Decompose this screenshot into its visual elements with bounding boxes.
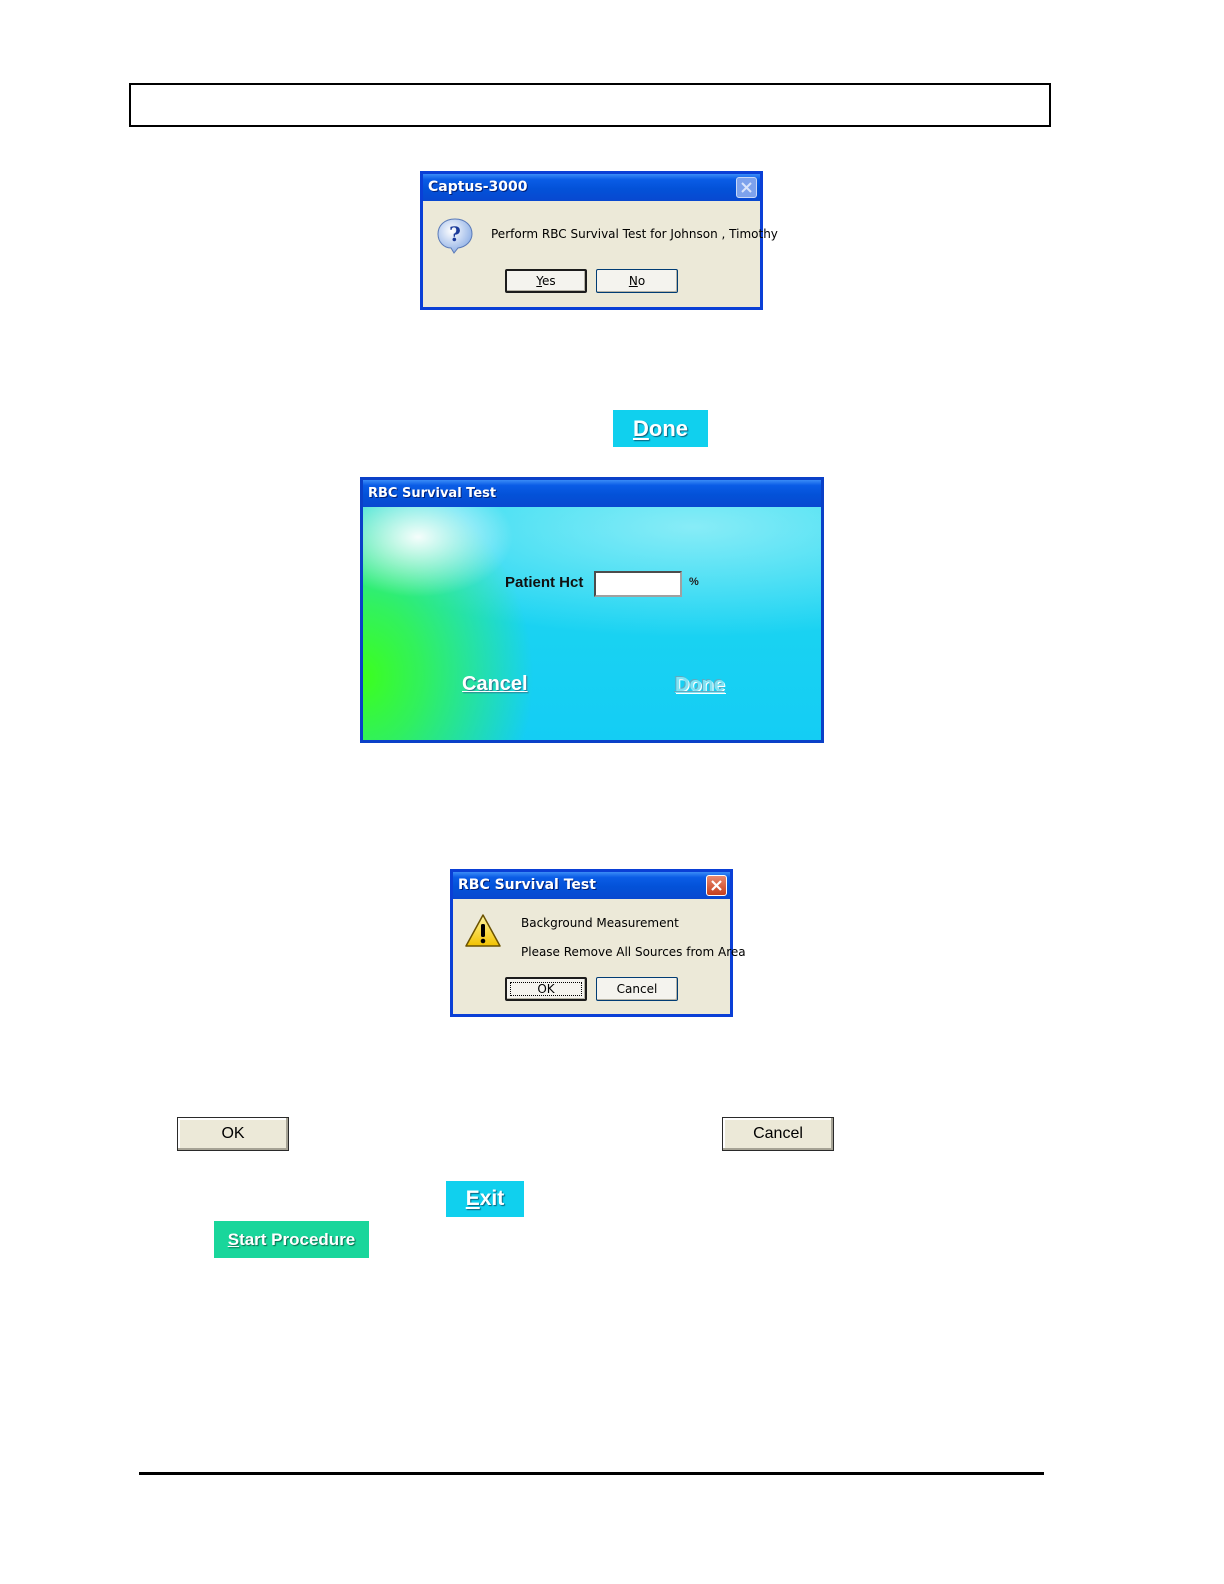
exit-label: xit xyxy=(479,1187,505,1210)
dialog-title: RBC Survival Test xyxy=(368,486,497,501)
header-box xyxy=(129,83,1051,127)
hct-label: Patient Hct xyxy=(505,574,584,591)
warning-icon xyxy=(464,913,502,954)
confirm-message: Perform RBC Survival Test for Johnson , … xyxy=(491,227,778,241)
question-icon: ? xyxy=(436,217,474,260)
start-procedure-button[interactable]: Start Procedure xyxy=(214,1221,369,1258)
background-measurement-dialog: RBC Survival Test Background Measurement… xyxy=(450,869,746,1017)
ok-button-standalone[interactable]: OK xyxy=(177,1117,289,1151)
dialog-body xyxy=(363,507,821,740)
cancel-link[interactable]: Cancel xyxy=(462,673,528,696)
done-hotkey: D xyxy=(632,416,649,441)
yes-button[interactable]: Yes xyxy=(505,269,587,293)
message-line-1: Background Measurement xyxy=(521,916,679,930)
dialog-title: RBC Survival Test xyxy=(458,877,596,893)
message-line-2: Please Remove All Sources from Area xyxy=(521,945,746,959)
ok-button[interactable]: OK xyxy=(505,977,587,1001)
svg-text:?: ? xyxy=(449,222,461,246)
no-label: o xyxy=(637,274,646,288)
no-hotkey: N xyxy=(628,274,638,288)
start-hotkey: S xyxy=(227,1230,240,1249)
close-icon[interactable] xyxy=(736,177,757,198)
footer-rule xyxy=(139,1472,1044,1475)
cancel-button-standalone[interactable]: Cancel xyxy=(722,1117,834,1151)
done-label: one xyxy=(648,416,688,441)
dialog-title-bar: RBC Survival Test xyxy=(363,480,821,507)
captus-confirm-dialog: Captus-3000 ? Perform RBC Survival Test … xyxy=(420,171,778,310)
percent-unit: % xyxy=(689,576,699,588)
close-icon[interactable] xyxy=(706,875,727,896)
rbc-hct-dialog: RBC Survival Test Patient Hct % Cancel D… xyxy=(360,477,824,743)
dialog-title: Captus-3000 xyxy=(428,179,528,195)
done-button[interactable]: Done xyxy=(613,410,708,447)
hct-input[interactable] xyxy=(594,571,682,597)
yes-label: es xyxy=(542,274,556,288)
done-link-disabled[interactable]: Done xyxy=(675,674,725,697)
no-button[interactable]: No xyxy=(596,269,678,293)
cancel-label: Cancel xyxy=(616,982,658,996)
exit-button[interactable]: Exit xyxy=(446,1181,524,1217)
cancel-button[interactable]: Cancel xyxy=(596,977,678,1001)
start-label: tart Procedure xyxy=(239,1230,356,1249)
dialog-title-bar: Captus-3000 xyxy=(423,174,760,201)
focus-ring xyxy=(510,982,582,996)
dialog-title-bar: RBC Survival Test xyxy=(453,872,730,899)
exit-hotkey: E xyxy=(465,1187,480,1210)
